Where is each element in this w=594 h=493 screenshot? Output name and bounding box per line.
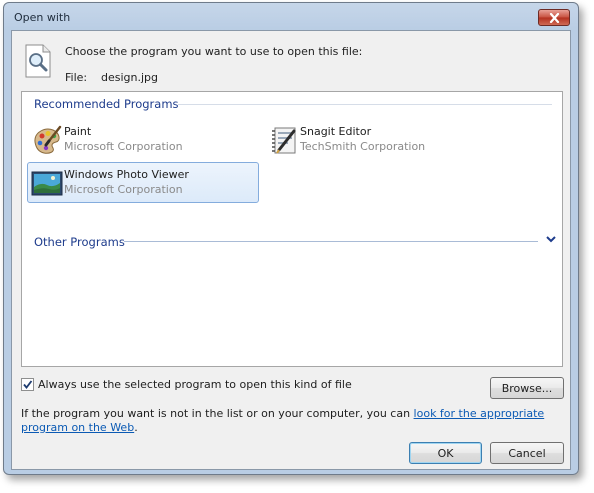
paint-icon [34, 125, 62, 154]
file-name: design.jpg [101, 71, 159, 84]
info-message: If the program you want is not in the li… [21, 407, 414, 420]
program-name: Snagit Editor [300, 125, 372, 138]
cancel-button[interactable]: Cancel [490, 442, 564, 464]
program-name: Windows Photo Viewer [64, 168, 189, 181]
always-use-checkbox[interactable] [21, 378, 34, 391]
always-use-label[interactable]: Always use the selected program to open … [38, 378, 352, 391]
program-item-paint[interactable]: Paint Microsoft Corporation [27, 119, 259, 160]
file-label: File: [65, 71, 88, 84]
program-list[interactable]: Recommended Programs Paint Microsoft Cor… [21, 91, 563, 367]
ok-button[interactable]: OK [409, 442, 482, 464]
program-publisher: Microsoft Corporation [64, 183, 183, 196]
snagit-icon [272, 127, 296, 154]
photo-viewer-icon [31, 171, 63, 196]
title-bar[interactable]: Open with [4, 3, 578, 30]
group-divider [124, 241, 538, 242]
file-search-icon [25, 44, 51, 78]
close-icon [549, 12, 559, 23]
close-button[interactable] [538, 9, 570, 26]
browse-button[interactable]: Browse... [490, 377, 564, 399]
dialog-body: Choose the program you want to use to op… [11, 30, 571, 470]
program-publisher: Microsoft Corporation [64, 140, 183, 153]
recommended-programs-header: Recommended Programs [34, 97, 179, 111]
group-divider [178, 104, 552, 105]
chevron-down-icon[interactable] [545, 234, 557, 244]
checkmark-icon [23, 380, 33, 389]
program-name: Paint [64, 125, 92, 138]
program-item-snagit-editor[interactable]: Snagit Editor TechSmith Corporation [263, 119, 495, 160]
program-publisher: TechSmith Corporation [300, 140, 426, 153]
prompt-text: Choose the program you want to use to op… [65, 45, 363, 58]
info-text: If the program you want is not in the li… [21, 407, 566, 435]
info-end: . [134, 421, 138, 434]
program-item-windows-photo-viewer[interactable]: Windows Photo Viewer Microsoft Corporati… [27, 162, 259, 203]
other-programs-header[interactable]: Other Programs [34, 235, 125, 249]
window-title: Open with [14, 11, 71, 24]
open-with-dialog: Open with Choose the program you want to… [3, 2, 579, 475]
